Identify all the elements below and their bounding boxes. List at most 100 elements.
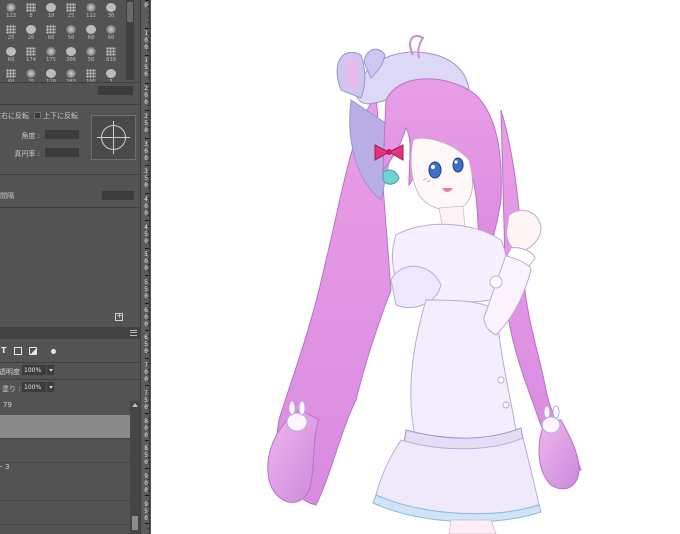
brush-size-label: 60 [107, 35, 115, 41]
ruler-tick [145, 192, 149, 194]
panel-menu-icon[interactable] [130, 330, 137, 336]
ruler-tick [148, 368, 149, 370]
divider [0, 379, 140, 380]
layers-scrollbar[interactable] [130, 401, 140, 534]
ruler-tick [148, 132, 149, 133]
brush-preset[interactable]: 60 [2, 68, 20, 88]
layers-tab-bar [0, 327, 140, 339]
ruler-tick [148, 363, 149, 364]
ruler-tick [148, 38, 149, 40]
bow-knot [386, 149, 392, 155]
spacing-field[interactable] [102, 191, 134, 200]
ruler-tick [148, 308, 149, 309]
brush-size-label: 50 [87, 57, 95, 63]
ruler-tick [148, 297, 149, 298]
ruler-tick [148, 148, 149, 150]
ruler-tick [148, 60, 149, 62]
brush-preset[interactable]: 20 [22, 24, 40, 44]
ruler-tick [148, 198, 149, 199]
brush-preset[interactable]: 60 [102, 24, 120, 44]
left-eye [428, 161, 442, 179]
brush-preset[interactable]: 60 [82, 24, 100, 44]
brush-preset[interactable]: 19 [42, 2, 60, 22]
brush-preset[interactable]: 60 [42, 24, 60, 44]
brush-preset[interactable]: 8 [22, 2, 40, 22]
ruler-tick [145, 330, 149, 331]
brush-preset[interactable]: 25 [62, 2, 80, 22]
ruler-tick [148, 456, 149, 458]
opacity-label: 不透明度 : [0, 368, 25, 376]
ruler-tick [148, 264, 149, 265]
fill-value[interactable]: 100% [22, 382, 46, 392]
ruler-tick [148, 352, 149, 353]
ruler-tick [148, 511, 149, 513]
brush-preset[interactable]: 25 [22, 68, 40, 88]
roundness-field[interactable] [45, 148, 79, 157]
brush-angle-preview[interactable] [91, 115, 136, 160]
brush-preset[interactable]: 50 [62, 24, 80, 44]
brush-preset[interactable]: 60 [2, 46, 20, 66]
brush-preset[interactable]: 123 [2, 2, 20, 22]
brush-tip-icon [86, 3, 96, 12]
brush-preset[interactable]: 50 [82, 46, 100, 66]
ruler-tick [148, 231, 149, 232]
flip-vertical-checkbox[interactable] [34, 112, 41, 119]
chevron-down-icon[interactable] [46, 382, 54, 392]
ruler-tick [148, 346, 149, 348]
ruler-tick [145, 302, 149, 304]
brush-preset-row: 123 8 19 25 112 30 [2, 2, 122, 24]
ruler-tick [148, 88, 149, 89]
ruler-tick [148, 104, 149, 106]
brush-preset[interactable]: 105 [82, 68, 100, 88]
brush-size-label: 50 [67, 35, 75, 41]
brush-preset[interactable]: 120 [42, 68, 60, 88]
brush-preset[interactable]: 839 [102, 46, 120, 66]
angle-field[interactable] [45, 130, 79, 139]
scroll-up-icon[interactable] [132, 403, 138, 407]
brush-preset[interactable]: 175 [42, 46, 60, 66]
ruler-tick [148, 242, 149, 243]
brush-preset[interactable]: 112 [82, 2, 100, 22]
brush-size-label: 175 [46, 57, 56, 63]
layer-row[interactable] [0, 477, 130, 501]
type-layer-filter-icon[interactable]: T [1, 346, 6, 355]
brush-preset[interactable]: 30 [102, 2, 120, 22]
ruler-tick [148, 286, 149, 287]
angle-crosshair [113, 121, 114, 154]
layer-row[interactable] [0, 439, 130, 463]
chevron-down-icon[interactable] [46, 365, 54, 375]
brush-preset[interactable]: 3 [102, 68, 120, 88]
filter-toggle-icon[interactable] [51, 349, 56, 354]
ruler-tick [148, 319, 149, 320]
scrollbar-thumb[interactable] [127, 2, 133, 22]
smart-object-filter-icon[interactable] [29, 347, 37, 355]
ruler-tick [148, 462, 149, 463]
brush-tip-icon [46, 47, 56, 56]
layer-row-selected[interactable] [0, 415, 130, 439]
brush-size-label: 25 [67, 13, 75, 19]
document-canvas[interactable] [151, 0, 680, 534]
brush-tip-icon [26, 47, 36, 56]
ruler-tick [148, 484, 149, 485]
new-brush-icon[interactable] [115, 311, 123, 321]
brush-preset-scrollbar[interactable] [126, 0, 134, 80]
layer-name-79[interactable]: レイヤー 79 [0, 400, 12, 410]
shape-layer-filter-icon[interactable] [14, 347, 22, 355]
brush-size-label: 306 [66, 57, 76, 63]
layer-row[interactable] [0, 501, 130, 525]
brush-preset[interactable]: 283 [62, 68, 80, 88]
brush-preset[interactable]: 174 [22, 46, 40, 66]
flip-vertical-label[interactable]: 上下に反転 [43, 111, 78, 121]
flip-horizontal-label[interactable]: 左右に反転 [0, 111, 29, 121]
brush-size-field[interactable] [98, 86, 133, 95]
scrollbar-thumb[interactable] [132, 516, 138, 530]
brush-preset[interactable]: 25 [2, 24, 20, 44]
layer-name-3[interactable]: レイヤー 3 [0, 462, 9, 472]
brush-preset[interactable]: 306 [62, 46, 80, 66]
ruler-tick [148, 11, 149, 12]
opacity-value[interactable]: 100% [22, 365, 46, 375]
artwork-illustration [267, 35, 582, 534]
brush-tip-icon [106, 3, 116, 12]
divider [0, 207, 140, 208]
ruler-tick [145, 165, 149, 166]
